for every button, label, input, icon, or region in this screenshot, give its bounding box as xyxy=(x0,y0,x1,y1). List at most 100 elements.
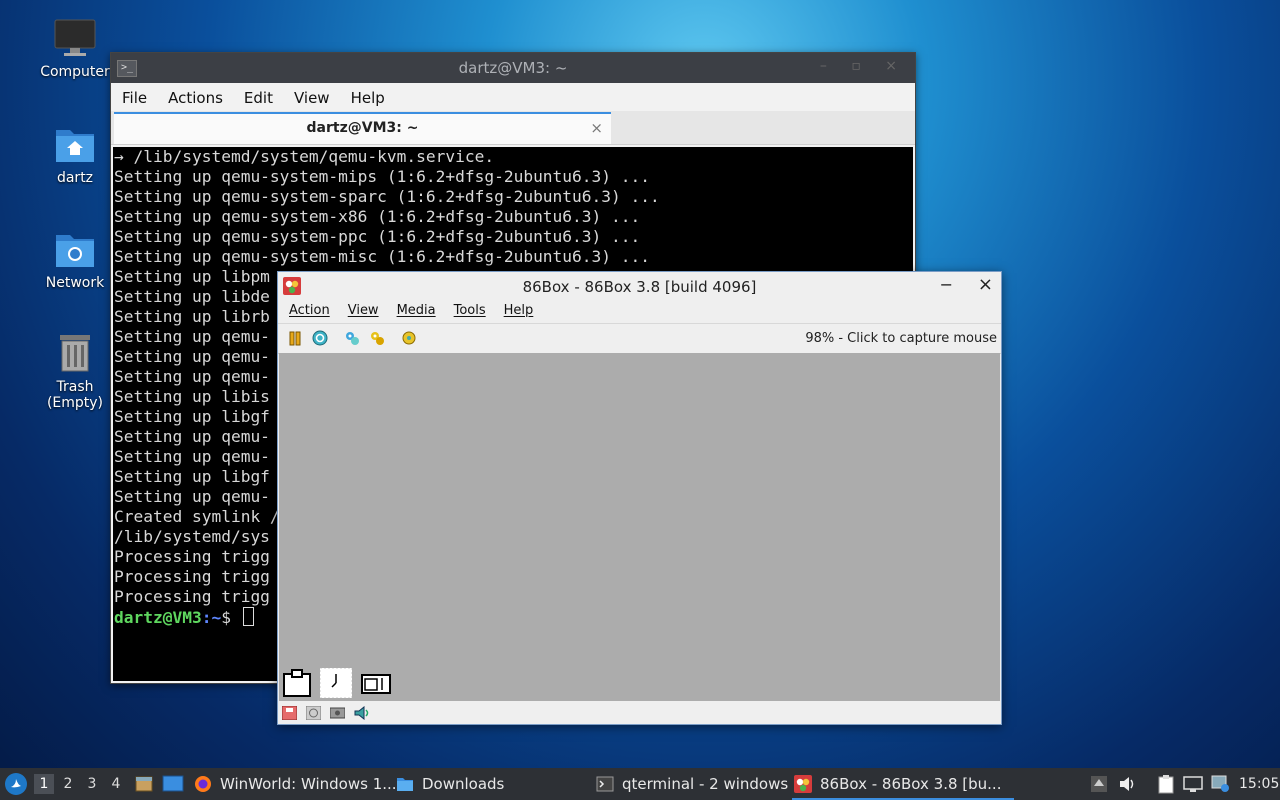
pause-icon[interactable] xyxy=(287,330,303,346)
task-label: Downloads xyxy=(422,775,505,793)
prompt-symbol: $ xyxy=(221,608,241,627)
terminal-line: Setting up libgf xyxy=(114,407,270,426)
folder-icon xyxy=(397,778,413,791)
tab-label: dartz@VM3: ~ xyxy=(306,120,419,136)
clock-icon[interactable] xyxy=(320,668,352,698)
task-qterminal[interactable]: qterminal - 2 windows xyxy=(594,768,802,800)
task-label: 86Box - 86Box 3.8 [bu... xyxy=(820,775,1002,793)
floppy-icon[interactable] xyxy=(282,706,297,720)
window-layout-icon[interactable] xyxy=(361,674,391,694)
hardware-icon[interactable] xyxy=(401,330,417,346)
clipboard-icon[interactable] xyxy=(282,668,312,698)
86box-statusbar xyxy=(278,702,1001,724)
emulator-display[interactable] xyxy=(279,353,1000,701)
terminal-line: Processing trigg xyxy=(114,587,270,606)
notification-icon[interactable] xyxy=(1210,774,1230,794)
menu-help[interactable]: Help xyxy=(340,83,395,107)
menu-view[interactable]: View xyxy=(283,83,340,107)
menu-actions[interactable]: Actions xyxy=(157,83,233,107)
desktop-icon-label: Network xyxy=(45,275,105,291)
terminal-line: Setting up libde xyxy=(114,287,270,306)
terminal-line: Setting up librb xyxy=(114,307,270,326)
terminal-line: Setting up qemu- xyxy=(114,347,270,366)
task-downloads[interactable]: Downloads xyxy=(394,768,602,800)
firefox-icon xyxy=(195,776,211,792)
task-label: qterminal - 2 windows xyxy=(622,775,789,793)
terminal-line: Setting up libgf xyxy=(114,467,270,486)
reset-icon[interactable] xyxy=(312,330,328,346)
terminal-menubar: File Actions Edit View Help xyxy=(111,83,915,111)
terminal-icon xyxy=(596,776,614,792)
tab-close-icon[interactable]: × xyxy=(590,114,603,142)
workspace-1[interactable]: 1 xyxy=(34,774,54,794)
start-menu-icon[interactable] xyxy=(4,772,28,796)
trash-icon xyxy=(54,333,96,373)
terminal-line: Setting up qemu- xyxy=(114,327,270,346)
close-button[interactable]: × xyxy=(978,274,993,295)
terminal-line: Setting up qemu- xyxy=(114,427,270,446)
86box-titlebar[interactable]: 86Box - 86Box 3.8 [build 4096] − × xyxy=(278,272,1001,301)
taskbar: 1 2 3 4 WinWorld: Windows 1... Downloads… xyxy=(0,768,1280,800)
terminal-line: Setting up libis xyxy=(114,387,270,406)
86box-icon xyxy=(794,775,812,793)
terminal-tab[interactable]: dartz@VM3: ~ × xyxy=(114,112,611,144)
prompt-path: :~ xyxy=(201,608,222,627)
desktop-icon-label: Computer xyxy=(40,64,110,80)
task-label: WinWorld: Windows 1... xyxy=(220,775,397,793)
terminal-line: Created symlink / xyxy=(114,507,280,526)
cdrom-icon[interactable] xyxy=(306,706,321,720)
home-folder-icon xyxy=(54,124,96,164)
task-86box[interactable]: 86Box - 86Box 3.8 [bu... xyxy=(792,768,1014,800)
prompt-user: dartz@VM3 xyxy=(114,608,202,627)
86box-toolbar: 98% - Click to capture mouse xyxy=(278,324,1001,354)
workspace-2[interactable]: 2 xyxy=(58,774,78,794)
file-manager-launcher-icon[interactable] xyxy=(134,774,154,794)
menu-action[interactable]: Action xyxy=(278,301,337,318)
terminal-line: Setting up qemu-system-sparc (1:6.2+dfsg… xyxy=(114,187,660,206)
text-cursor xyxy=(242,607,254,626)
task-firefox[interactable]: WinWorld: Windows 1... xyxy=(192,768,416,800)
menu-file[interactable]: File xyxy=(111,83,157,107)
86box-menubar: Action View Media Tools Help xyxy=(278,301,1001,324)
hdd-icon[interactable] xyxy=(330,706,345,720)
desktop-icon-network[interactable]: Network xyxy=(30,229,120,291)
menu-media[interactable]: Media xyxy=(386,301,443,318)
terminal-line: → /lib/systemd/system/qemu-kvm.service. xyxy=(114,147,495,166)
terminal-line: Processing trigg xyxy=(114,567,270,586)
network-icon[interactable] xyxy=(1183,775,1203,793)
window-controls[interactable]: – ▫ × xyxy=(820,58,907,74)
clock[interactable]: 15:05 xyxy=(1239,768,1279,800)
clipboard-tray-icon[interactable] xyxy=(1156,774,1176,794)
settings-alt-icon[interactable] xyxy=(369,330,385,346)
terminal-line: Setting up qemu-system-x86 (1:6.2+dfsg-2… xyxy=(114,207,641,226)
minimize-button[interactable]: − xyxy=(940,275,953,294)
menu-edit[interactable]: Edit xyxy=(233,83,283,107)
terminal-line: Setting up qemu-system-misc (1:6.2+dfsg-… xyxy=(114,247,651,266)
network-folder-icon xyxy=(54,229,96,269)
desktop-icon-home[interactable]: dartz xyxy=(30,124,120,186)
sound-icon[interactable] xyxy=(354,706,369,720)
menu-help[interactable]: Help xyxy=(493,301,541,318)
menu-view[interactable]: View xyxy=(337,301,386,318)
terminal-line: Processing trigg xyxy=(114,547,270,566)
show-desktop-icon[interactable] xyxy=(162,774,184,794)
terminal-tabbar: dartz@VM3: ~ × xyxy=(111,111,915,145)
desktop-icon-computer[interactable]: Computer xyxy=(30,18,120,80)
terminal-line: Setting up qemu-system-mips (1:6.2+dfsg-… xyxy=(114,167,651,186)
terminal-line: /lib/systemd/sys xyxy=(114,527,270,546)
desktop-icon-label: dartz xyxy=(56,170,94,186)
desktop-icon-trash[interactable]: Trash (Empty) xyxy=(30,333,120,411)
tray-expand-icon[interactable] xyxy=(1090,775,1108,793)
86box-window[interactable]: 86Box - 86Box 3.8 [build 4096] − × Actio… xyxy=(277,271,1002,725)
terminal-titlebar[interactable]: >_ dartz@VM3: ~ – ▫ × xyxy=(111,53,915,83)
workspace-3[interactable]: 3 xyxy=(82,774,102,794)
terminal-line: Setting up qemu-system-ppc (1:6.2+dfsg-2… xyxy=(114,227,641,246)
menu-tools[interactable]: Tools xyxy=(443,301,493,318)
terminal-line: Setting up libpm xyxy=(114,267,270,286)
workspace-4[interactable]: 4 xyxy=(106,774,126,794)
terminal-line: Setting up qemu- xyxy=(114,367,270,386)
desktop-icon-label: Trash (Empty) xyxy=(46,379,104,411)
volume-icon[interactable] xyxy=(1118,775,1138,793)
window-title: dartz@VM3: ~ xyxy=(458,59,568,77)
settings-icon[interactable] xyxy=(344,330,360,346)
